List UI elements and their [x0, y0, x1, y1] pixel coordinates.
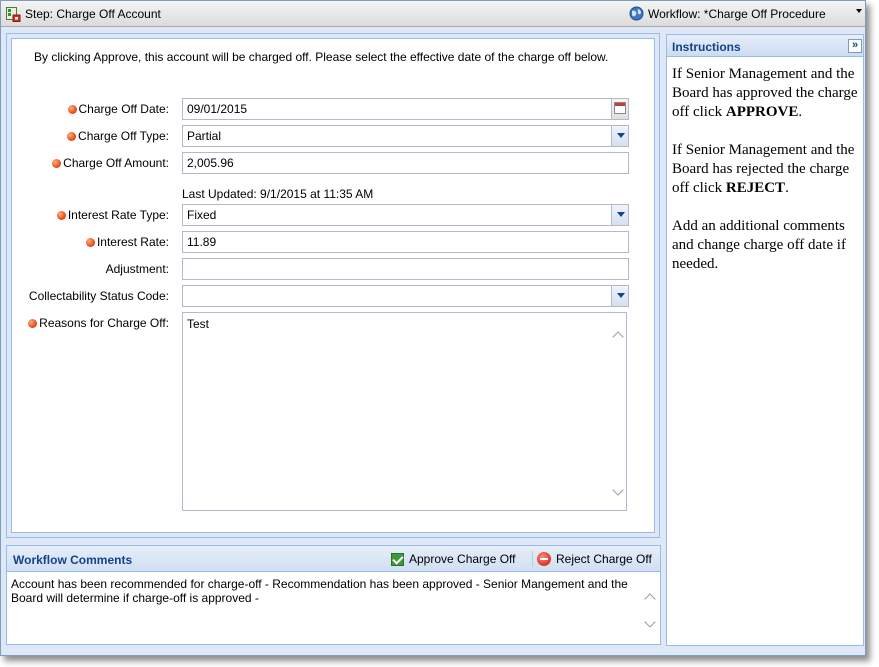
- step-icon: [6, 7, 21, 22]
- interest-rate-type-dropdown-button[interactable]: [611, 205, 628, 225]
- last-updated-text: Last Updated: 9/1/2015 at 11:35 AM: [182, 187, 374, 201]
- date-picker-button[interactable]: [611, 99, 628, 119]
- workflow-comments-panel: Workflow Comments Approve Charge Off Rej…: [6, 545, 661, 645]
- comments-scroll-down-icon[interactable]: [644, 616, 656, 628]
- interest-rate-input[interactable]: 11.89: [182, 231, 629, 253]
- adjustment-label: Adjustment:: [105, 262, 169, 276]
- instructions-approve-text: If Senior Management and the Board has a…: [672, 66, 858, 120]
- globe-icon[interactable]: [629, 6, 644, 21]
- instructions-title: Instructions: [672, 40, 741, 54]
- instructions-header: Instructions »: [667, 35, 863, 57]
- instructions-panel: Instructions » If Senior Management and …: [666, 34, 864, 646]
- required-icon: [52, 159, 62, 168]
- collectability-status-dropdown-button[interactable]: [611, 286, 628, 306]
- title-bar: Step: Charge Off Account Workflow: *Char…: [1, 1, 865, 27]
- interest-rate-type-select[interactable]: Fixed: [182, 204, 629, 226]
- charge-off-type-label: Charge Off Type:: [67, 129, 169, 143]
- charge-off-amount-input[interactable]: 2,005.96: [182, 152, 629, 174]
- toolbar-separator: [532, 551, 533, 567]
- adjustment-input[interactable]: [182, 258, 629, 280]
- workflow-title[interactable]: Workflow: *Charge Off Procedure: [648, 7, 826, 21]
- charge-off-type-select[interactable]: Partial: [182, 125, 629, 147]
- chevron-down-icon: [617, 293, 625, 298]
- collectability-status-code-select[interactable]: [182, 285, 629, 307]
- double-chevron-right-icon[interactable]: »: [848, 39, 862, 53]
- charge-off-type-dropdown-button[interactable]: [611, 126, 628, 146]
- charge-off-date-label: Charge Off Date:: [67, 102, 169, 116]
- interest-rate-label: Interest Rate:: [85, 235, 169, 249]
- instructions-reject-text: If Senior Management and the Board has r…: [672, 142, 855, 196]
- workflow-comments-title: Workflow Comments: [13, 553, 133, 567]
- comments-scroll-up-icon[interactable]: [644, 593, 656, 605]
- collectability-status-code-label: Collectability Status Code:: [28, 289, 169, 303]
- charge-off-window: Step: Charge Off Account Workflow: *Char…: [0, 0, 866, 656]
- interest-rate-type-label: Interest Rate Type:: [56, 208, 169, 222]
- reasons-for-charge-off-textarea[interactable]: Test: [182, 312, 627, 511]
- required-icon: [85, 238, 95, 247]
- charge-off-amount-label: Charge Off Amount:: [52, 156, 169, 170]
- chevron-down-icon: [617, 133, 625, 138]
- scroll-down-icon[interactable]: [612, 484, 624, 496]
- workflow-comments-text[interactable]: Account has been recommended for charge-…: [11, 577, 641, 605]
- form-intro: By clicking Approve, this account will b…: [34, 50, 609, 64]
- workflow-dropdown-icon[interactable]: [856, 9, 862, 13]
- charge-off-form-panel: By clicking Approve, this account will b…: [6, 33, 660, 538]
- required-icon: [67, 105, 77, 114]
- required-icon: [67, 132, 77, 141]
- required-icon: [56, 211, 66, 220]
- minus-circle-icon: [537, 552, 551, 566]
- instructions-additional-text: Add an additional comments and change ch…: [672, 218, 846, 272]
- scroll-up-icon[interactable]: [612, 331, 624, 343]
- chevron-down-icon: [617, 212, 625, 217]
- calendar-icon: [614, 102, 626, 114]
- charge-off-form: By clicking Approve, this account will b…: [11, 38, 655, 533]
- charge-off-date-field[interactable]: 09/01/2015: [182, 98, 629, 120]
- approve-charge-off-button[interactable]: Approve Charge Off: [389, 550, 518, 568]
- instructions-body: If Senior Management and the Board has a…: [672, 65, 860, 293]
- checkbox-check-icon: [391, 552, 404, 566]
- step-title: Step: Charge Off Account: [25, 7, 161, 21]
- reasons-for-charge-off-label: Reasons for Charge Off:: [28, 316, 169, 330]
- required-icon: [28, 319, 38, 328]
- workflow-comments-header: Workflow Comments Approve Charge Off Rej…: [7, 546, 660, 572]
- reject-charge-off-button[interactable]: Reject Charge Off: [535, 550, 654, 568]
